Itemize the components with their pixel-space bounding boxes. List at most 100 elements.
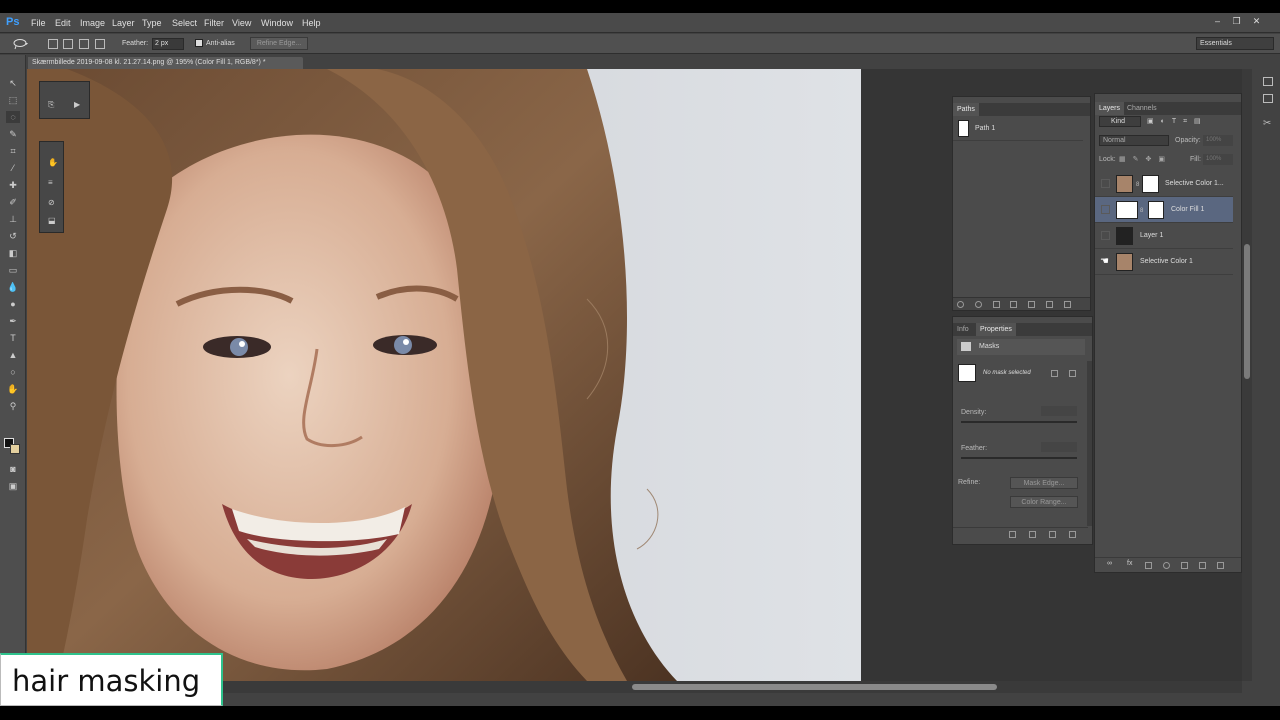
adjustment-layer-icon[interactable] (1163, 562, 1170, 569)
layer-row[interactable]: Layer 1 (1095, 223, 1233, 249)
type-tool-icon[interactable]: T (6, 332, 20, 344)
gradient-tool-icon[interactable]: ▭ (6, 264, 20, 276)
menu-edit[interactable]: Edit (55, 18, 71, 28)
filter-kind-select[interactable]: Kind (1099, 116, 1141, 127)
filter-icons[interactable]: ▣◐T⌗▤ (1147, 117, 1227, 126)
menu-layer[interactable]: Layer (112, 18, 135, 28)
vector-mask-icon[interactable] (1069, 370, 1076, 377)
add-selection-icon[interactable] (63, 39, 73, 49)
visibility-toggle[interactable] (1101, 231, 1110, 240)
photo-girl-smiling[interactable] (27, 69, 861, 681)
history-panel-icon[interactable] (1263, 77, 1273, 86)
visibility-toggle[interactable] (1101, 205, 1110, 214)
marquee-tool-icon[interactable]: ⬚ (6, 94, 20, 106)
clone-source-icon[interactable]: ⊘ (48, 198, 55, 207)
add-layer-mask-icon[interactable] (1145, 562, 1152, 569)
new-path-icon[interactable] (1046, 301, 1053, 308)
mask-edge-button[interactable]: Mask Edge... (1010, 477, 1078, 489)
new-selection-icon[interactable] (48, 39, 58, 49)
add-mask-icon[interactable] (1028, 301, 1035, 308)
refine-edge-button[interactable]: Refine Edge... (250, 37, 308, 50)
adjust-icon[interactable]: ⬓ (48, 216, 56, 225)
stroke-path-icon[interactable] (975, 301, 982, 308)
disable-mask-icon[interactable] (1049, 531, 1056, 538)
brush-preset-icon[interactable]: ✋ (48, 158, 58, 167)
healing-brush-icon[interactable]: ✚ (6, 179, 20, 191)
fill-input[interactable]: 100% (1203, 154, 1233, 165)
menu-view[interactable]: View (232, 18, 251, 28)
visibility-toggle[interactable] (1101, 179, 1110, 188)
pen-tool-icon[interactable]: ✒ (6, 315, 20, 327)
link-icon[interactable]: 8 (1136, 182, 1139, 188)
close-button[interactable]: ✕ (1250, 16, 1263, 28)
tab-layers[interactable]: Layers (1095, 102, 1125, 115)
path-row[interactable]: Path 1 (953, 117, 1083, 141)
tab-properties[interactable]: Properties (976, 323, 1016, 336)
hand-tool-icon[interactable]: ✋ (6, 383, 20, 395)
subtract-selection-icon[interactable] (79, 39, 89, 49)
intersect-selection-icon[interactable] (95, 39, 105, 49)
load-selection-icon[interactable] (993, 301, 1000, 308)
menu-window[interactable]: Window (261, 18, 293, 28)
layer-row[interactable]: ☚ Selective Color 1 (1095, 249, 1233, 275)
menu-type[interactable]: Type (142, 18, 162, 28)
quick-select-icon[interactable]: ✎ (6, 128, 20, 140)
apply-mask-icon[interactable] (1029, 531, 1036, 538)
new-layer-icon[interactable] (1199, 562, 1206, 569)
menu-select[interactable]: Select (172, 18, 197, 28)
layer-row[interactable]: 8 Color Fill 1 (1095, 197, 1233, 223)
color-range-button[interactable]: Color Range... (1010, 496, 1078, 508)
density-slider[interactable] (961, 421, 1077, 423)
tools-scissors-icon[interactable]: ✂ (1263, 118, 1271, 129)
vertical-scrollbar[interactable] (1242, 69, 1252, 681)
new-group-icon[interactable] (1181, 562, 1188, 569)
pixel-mask-icon[interactable] (1051, 370, 1058, 377)
mask-thumbnail[interactable] (1148, 201, 1164, 219)
delete-mask-icon[interactable] (1069, 531, 1076, 538)
path-select-icon[interactable]: ▲ (6, 349, 20, 361)
load-selection-mask-icon[interactable] (1009, 531, 1016, 538)
make-path-icon[interactable] (1010, 301, 1017, 308)
lasso-tool-icon[interactable]: ◌ (6, 111, 20, 123)
eraser-tool-icon[interactable]: ◧ (6, 247, 20, 259)
tab-channels[interactable]: Channels (1123, 102, 1161, 115)
tab-paths[interactable]: Paths (953, 103, 979, 116)
antialias-checkbox[interactable] (195, 39, 203, 47)
menu-filter[interactable]: Filter (204, 18, 224, 28)
horizontal-scroll-thumb[interactable] (632, 684, 997, 690)
menu-help[interactable]: Help (302, 18, 321, 28)
workspace-select[interactable]: Essentials (1196, 37, 1274, 50)
density-input[interactable] (1041, 406, 1077, 416)
brush-tool-icon[interactable]: ✐ (6, 196, 20, 208)
dodge-tool-icon[interactable]: ● (6, 298, 20, 310)
move-tool-icon[interactable]: ↖ (6, 77, 20, 89)
shape-tool-icon[interactable]: ○ (6, 366, 20, 378)
zoom-tool-icon[interactable]: ⚲ (6, 400, 20, 412)
link-icon[interactable]: 8 (1140, 208, 1143, 214)
opacity-input[interactable]: 100% (1203, 135, 1233, 146)
lasso-tool-icon[interactable] (12, 38, 30, 50)
restore-button[interactable]: ❐ (1230, 16, 1243, 28)
background-color-swatch[interactable] (10, 444, 20, 454)
delete-layer-icon[interactable] (1217, 562, 1224, 569)
eyedropper-icon[interactable]: ⁄ (6, 162, 20, 174)
screen-mode-icon[interactable]: ▣ (6, 480, 20, 492)
history-brush-icon[interactable]: ↺ (6, 230, 20, 242)
properties-scrollbar[interactable] (1087, 361, 1092, 526)
feather-input[interactable]: 2 px (152, 38, 184, 50)
blur-tool-icon[interactable]: 💧 (6, 281, 20, 293)
history-icon[interactable]: ⎘ (48, 100, 54, 110)
minimize-button[interactable]: – (1211, 16, 1224, 28)
link-layers-icon[interactable]: ∞ (1107, 560, 1112, 567)
delete-path-icon[interactable] (1064, 301, 1071, 308)
crop-tool-icon[interactable]: ⌗ (6, 145, 20, 157)
play-icon[interactable]: ▶ (74, 100, 80, 109)
mask-feather-input[interactable] (1041, 442, 1077, 452)
blend-mode-select[interactable]: Normal (1099, 135, 1169, 146)
properties-panel-icon[interactable] (1263, 94, 1273, 103)
lock-icons[interactable]: ▦✎✥▣ (1119, 155, 1172, 163)
quick-mask-icon[interactable]: ◙ (6, 463, 20, 475)
tool-preset-icon[interactable]: ≡ (48, 178, 53, 187)
fx-icon[interactable]: fx (1127, 560, 1132, 567)
clone-stamp-icon[interactable]: ⊥ (6, 213, 20, 225)
